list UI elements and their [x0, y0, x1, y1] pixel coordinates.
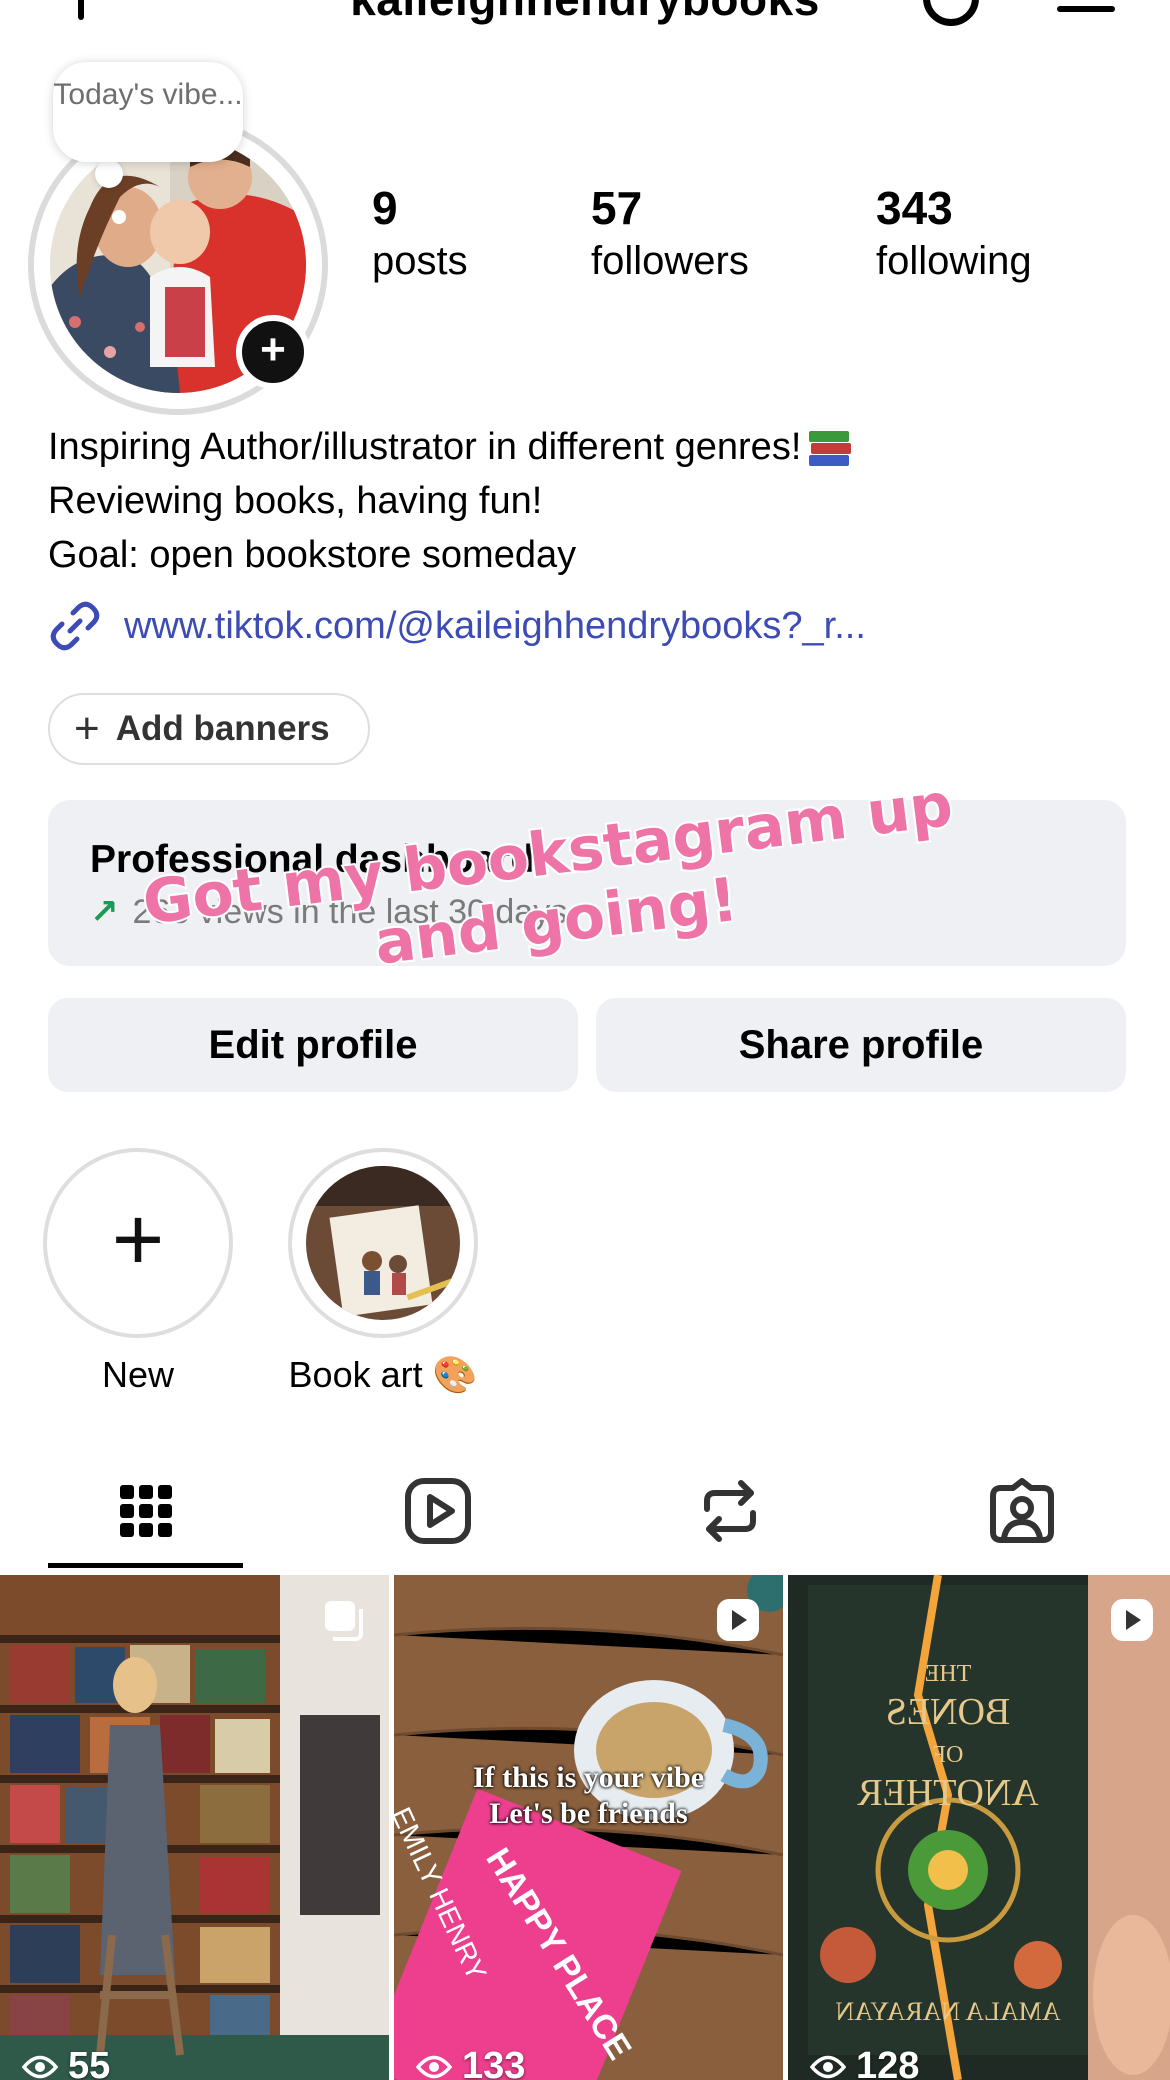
add-banners-label: Add banners [115, 709, 330, 748]
profile-link[interactable]: www.tiktok.com/@kaileighhendrybooks?_r..… [48, 598, 866, 654]
highlight-new[interactable]: + New [43, 1148, 233, 1396]
following-stat[interactable]: 343 following [876, 180, 1032, 286]
username-title[interactable]: kaileighhendrybooks [0, 0, 1170, 26]
menu-icon[interactable] [1057, 6, 1115, 12]
edit-profile-button[interactable]: Edit profile [48, 998, 578, 1092]
book-cover-text: THE BONES OF ANOTHER [857, 1661, 1039, 1814]
followers-count: 57 [591, 182, 643, 234]
following-count: 343 [876, 182, 953, 234]
reposts-icon [704, 1480, 756, 1542]
book-author-text: AMALA NARAYAN [835, 1997, 1061, 2026]
carousel-icon [325, 1601, 363, 1641]
note-bubble-tail [112, 210, 126, 224]
link-icon [50, 601, 100, 651]
posts-stat[interactable]: 9 posts [372, 180, 468, 286]
reel-icon [717, 1599, 759, 1641]
eye-icon [416, 2055, 452, 2078]
link-text[interactable]: www.tiktok.com/@kaileighhendrybooks?_r..… [124, 605, 866, 648]
plus-icon: + [111, 1190, 165, 1290]
profile-tabs [0, 1452, 1170, 1570]
bio-line: Inspiring Author/illustrator in differen… [48, 420, 1128, 474]
followers-label: followers [591, 239, 749, 283]
tab-reposts[interactable] [584, 1452, 876, 1570]
view-count: 55 [22, 2045, 110, 2080]
bio-line: Goal: open bookstore someday [48, 534, 577, 576]
posts-count: 9 [372, 182, 398, 234]
top-bar: kaileighhendrybooks [0, 0, 1170, 40]
note-bubble[interactable]: Today's vibe... [53, 62, 243, 162]
post-tile[interactable]: HAPPY PLACE EMILY HENRY If this is your … [394, 1575, 783, 2080]
note-bubble-tail [95, 160, 123, 188]
highlight-ring [288, 1148, 478, 1338]
eye-icon [810, 2055, 846, 2078]
highlight-book-art[interactable]: Book art 🎨 [288, 1148, 478, 1396]
share-profile-button[interactable]: Share profile [596, 998, 1126, 1092]
post-tile[interactable]: THE BONES OF ANOTHER AMALA NARAYAN 128 [788, 1575, 1170, 2080]
reel-icon [1111, 1599, 1153, 1641]
eye-icon [22, 2055, 58, 2078]
profile-bio: Inspiring Author/illustrator in differen… [48, 420, 1128, 582]
posts-grid: 55 HAPPY PLACE EMILY HENRY If this is yo… [0, 1575, 1170, 2080]
plus-icon: + [74, 704, 100, 753]
tagged-icon [990, 1478, 1054, 1543]
post-tile[interactable]: 55 [0, 1575, 389, 2080]
trend-up-icon: ↗ [90, 893, 119, 931]
books-emoji-icon [807, 429, 852, 469]
followers-stat[interactable]: 57 followers [591, 180, 749, 286]
post-thumbnail [0, 1575, 389, 2080]
highlight-label: Book art 🎨 [288, 1354, 478, 1395]
highlight-ring: + [43, 1148, 233, 1338]
reels-icon [405, 1478, 471, 1544]
add-story-button[interactable]: + [236, 315, 310, 389]
dashboard-subtitle: ↗ 263 views in the last 30 days. [90, 893, 577, 931]
following-label: following [876, 239, 1032, 283]
grid-icon [120, 1485, 172, 1537]
view-count: 133 [416, 2045, 525, 2080]
posts-label: posts [372, 239, 468, 283]
highlight-cover [306, 1166, 460, 1320]
view-count: 128 [810, 2045, 919, 2080]
post-caption: If this is your vibe Let's be friends [472, 1761, 705, 1830]
active-tab-indicator [48, 1563, 243, 1568]
add-banners-button[interactable]: + Add banners [48, 693, 370, 765]
professional-dashboard[interactable]: Professional dashboard ↗ 263 views in the… [48, 800, 1126, 966]
bio-line: Reviewing books, having fun! [48, 480, 543, 522]
dashboard-title: Professional dashboard [90, 838, 535, 881]
tab-tagged[interactable] [876, 1452, 1168, 1570]
highlight-label: New [101, 1354, 175, 1395]
tab-grid[interactable] [0, 1452, 292, 1570]
tab-reels[interactable] [292, 1452, 584, 1570]
